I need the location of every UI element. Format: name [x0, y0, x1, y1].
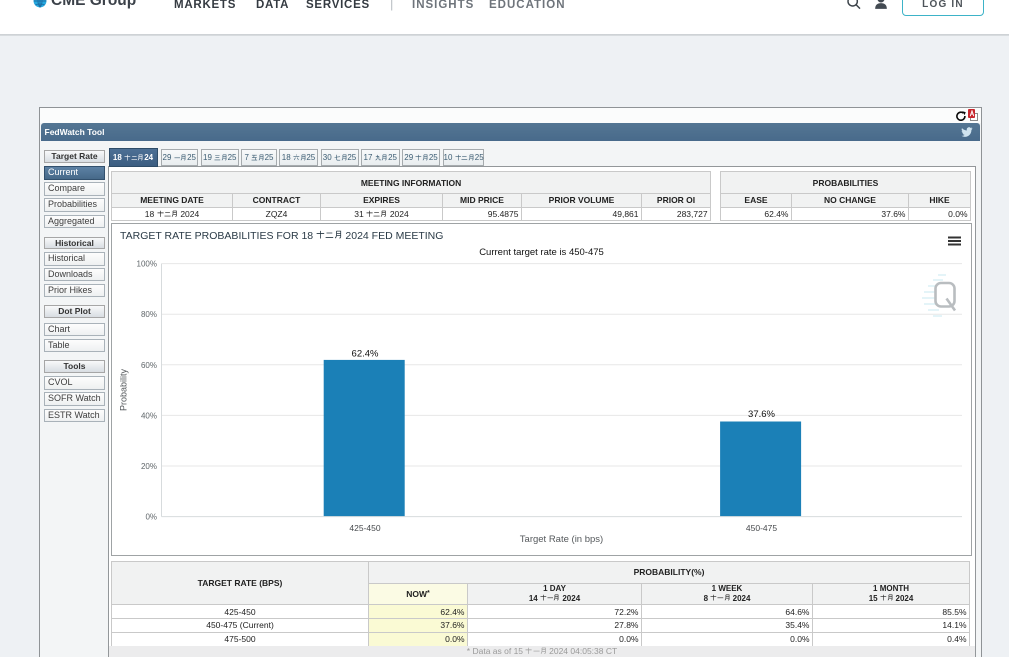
svg-text:62.4%: 62.4%: [352, 349, 379, 360]
svg-text:60%: 60%: [141, 361, 157, 370]
svg-text:20%: 20%: [141, 462, 157, 471]
svg-text:100%: 100%: [137, 260, 157, 269]
svg-text:Probability: Probability: [119, 368, 129, 411]
svg-text:425-450: 425-450: [349, 523, 380, 533]
svg-text:Target Rate (in bps): Target Rate (in bps): [520, 534, 603, 545]
svg-text:40%: 40%: [141, 411, 157, 420]
svg-text:80%: 80%: [141, 310, 157, 319]
svg-text:37.6%: 37.6%: [748, 409, 775, 420]
svg-text:450-475: 450-475: [746, 523, 777, 533]
svg-text:0%: 0%: [145, 513, 157, 522]
